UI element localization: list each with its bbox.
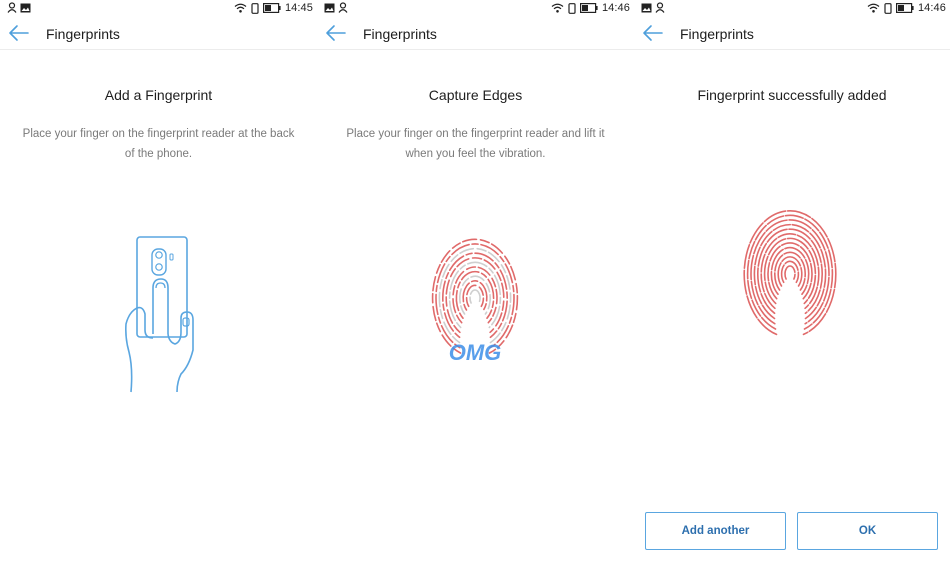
image-icon (641, 3, 652, 12)
page-heading: Fingerprint successfully added (697, 87, 887, 103)
instruction-text: Place your finger on the fingerprint rea… (346, 128, 605, 160)
person-icon (338, 2, 348, 13)
battery-icon (579, 3, 598, 13)
fingerprint-ridge (465, 284, 485, 308)
fingerprint-ridge (469, 289, 481, 304)
status-time: 14:46 (917, 2, 946, 14)
fingerprint-ridge (750, 219, 830, 325)
fingerprint-ridge (746, 214, 834, 330)
back-arrow-icon (643, 25, 663, 41)
back-button[interactable] (325, 24, 349, 44)
fingerprint-partial-illustration: OMG (425, 232, 525, 372)
page-heading: Add a Fingerprint (104, 87, 213, 103)
battery-icon (895, 3, 914, 13)
status-bar: 14:45 (0, 0, 317, 18)
vibrate-icon (884, 2, 892, 14)
fingerprint-ridge (431, 238, 519, 354)
back-arrow-icon (326, 25, 346, 41)
back-button[interactable] (642, 24, 666, 44)
app-bar: Fingerprints (0, 18, 317, 50)
back-button[interactable] (8, 24, 32, 44)
app-title: Fingerprints (363, 26, 437, 42)
status-bar: 14:46 (634, 0, 950, 18)
screen-fingerprint-added: 14:46 Fingerprints Fingerprint successfu… (634, 0, 950, 562)
person-icon (7, 2, 17, 13)
hand-holding-phone-illustration (115, 234, 203, 396)
page-heading: Capture Edges (428, 87, 523, 103)
watermark-text: OMG (449, 340, 502, 365)
app-bar: Fingerprints (634, 18, 950, 50)
app-title: Fingerprints (680, 26, 754, 42)
fingerprint-ridge (459, 275, 491, 315)
image-icon (324, 3, 335, 12)
add-another-button[interactable]: Add another (645, 512, 786, 550)
fingerprint-ridge (435, 243, 515, 349)
app-title: Fingerprints (46, 26, 120, 42)
fingerprint-ridge (784, 265, 796, 280)
ok-button[interactable]: OK (797, 512, 938, 550)
screen-add-fingerprint: 14:45 Fingerprints Add a Fingerprint Pla… (0, 0, 317, 562)
status-time: 14:46 (601, 2, 630, 14)
screen-capture-edges: 14:46 Fingerprints Capture Edges Place y… (317, 0, 634, 562)
app-bar: Fingerprints (317, 18, 634, 50)
status-time: 14:45 (284, 2, 313, 14)
fingerprint-ridge (780, 260, 800, 284)
image-icon (20, 3, 31, 12)
status-bar: 14:46 (317, 0, 634, 18)
vibrate-icon (251, 2, 259, 14)
person-icon (655, 2, 665, 13)
fingerprint-ridge (774, 251, 806, 291)
back-arrow-icon (9, 25, 29, 41)
battery-icon (262, 3, 281, 13)
wifi-icon (234, 3, 247, 13)
instruction-text: Place your finger on the fingerprint rea… (22, 128, 295, 160)
wifi-icon (551, 3, 564, 13)
fingerprint-complete-illustration (742, 208, 838, 344)
vibrate-icon (568, 2, 576, 14)
wifi-icon (867, 3, 880, 13)
